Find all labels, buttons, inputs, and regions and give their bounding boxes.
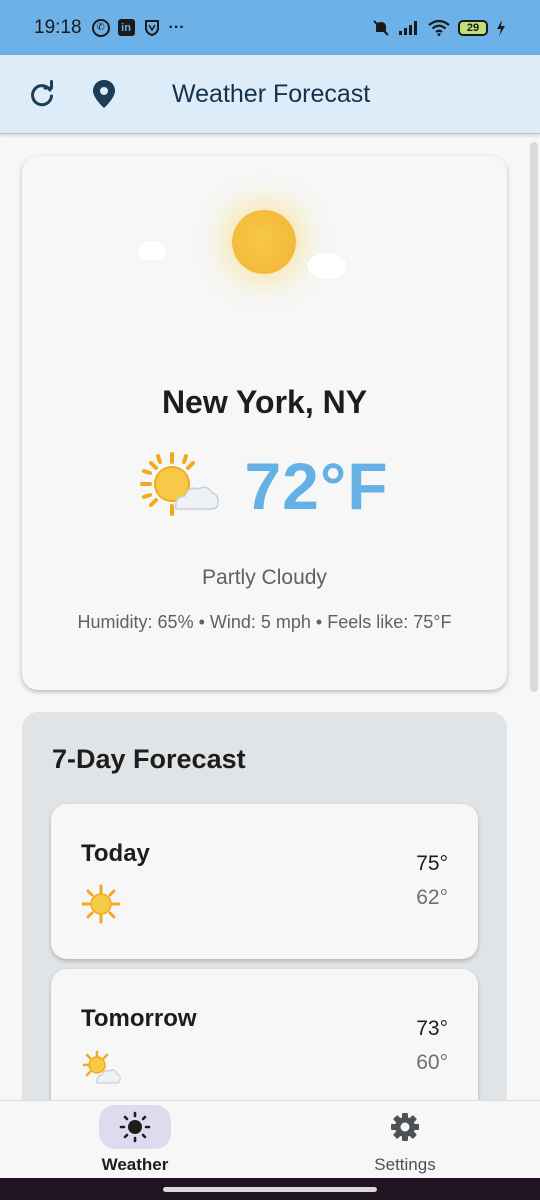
status-system-icons: 29	[372, 19, 506, 37]
status-time: 19:18	[34, 16, 82, 38]
weather-condition: Partly Cloudy	[202, 566, 327, 589]
forecast-day-name: Today	[81, 840, 150, 867]
sun-behind-cloud-icon	[140, 451, 220, 521]
nav-label-settings: Settings	[374, 1155, 436, 1174]
refresh-button[interactable]	[20, 72, 64, 116]
sun-icon	[81, 884, 121, 924]
nav-item-settings[interactable]: Settings	[335, 1101, 475, 1179]
cloud-illustration-small	[137, 241, 167, 261]
more-dots-icon: ···	[168, 18, 185, 36]
sun-behind-cloud-icon	[81, 1049, 121, 1089]
nav-label-weather: Weather	[101, 1155, 169, 1174]
forecast-section: 7-Day Forecast Today 75° 62° Tomorrow 73…	[22, 712, 507, 1100]
signal-icon	[399, 20, 417, 35]
app-bar: Weather Forecast	[0, 55, 540, 134]
forecast-low-temp: 60°	[416, 1051, 448, 1074]
refresh-icon	[31, 80, 53, 107]
page-title: Weather Forecast	[172, 79, 371, 108]
current-weather-card: New York, NY 72°F Partly Cloudy Humidity…	[22, 156, 507, 690]
sun-illustration	[232, 210, 296, 274]
linkedin-icon: in	[117, 19, 135, 36]
bottom-navigation: Weather Settings	[0, 1100, 540, 1178]
battery-icon: 29	[458, 19, 488, 36]
weather-details: Humidity: 65% • Wind: 5 mph • Feels like…	[77, 612, 452, 632]
forecast-day-card[interactable]: Tomorrow 73° 60°	[51, 969, 478, 1100]
current-temperature: 72°F	[244, 449, 389, 523]
forecast-title: 7-Day Forecast	[52, 744, 246, 774]
temperature-row: 72°F	[22, 448, 507, 524]
forecast-high-temp: 73°	[416, 1017, 448, 1040]
gear-icon	[391, 1113, 419, 1141]
vpn-icon	[144, 19, 159, 36]
wifi-icon	[428, 19, 450, 36]
nav-active-indicator	[99, 1105, 171, 1149]
cloud-illustration-large	[307, 253, 347, 279]
forecast-low-temp: 62°	[416, 886, 448, 909]
bell-off-icon	[373, 19, 389, 36]
sun-icon	[119, 1111, 151, 1143]
scrollbar[interactable]	[530, 142, 538, 692]
nav-item-weather[interactable]: Weather	[65, 1101, 205, 1179]
forecast-day-card[interactable]: Today 75° 62°	[51, 804, 478, 959]
location-pin-icon	[93, 80, 115, 108]
home-indicator[interactable]	[163, 1187, 377, 1192]
weather-scroll-view[interactable]: New York, NY 72°F Partly Cloudy Humidity…	[0, 134, 540, 1100]
status-bar: 19:18 ✆ in ··· 29	[0, 0, 540, 55]
system-navigation-bar	[0, 1178, 540, 1200]
forecast-high-temp: 75°	[416, 852, 448, 875]
location-button[interactable]	[82, 72, 126, 116]
forecast-day-name: Tomorrow	[81, 1005, 197, 1032]
city-name: New York, NY	[161, 384, 368, 420]
whatsapp-icon: ✆	[91, 18, 110, 37]
nav-icon-container	[369, 1105, 441, 1149]
status-notification-icons: ✆ in ···	[91, 18, 185, 37]
charging-icon	[497, 19, 505, 36]
